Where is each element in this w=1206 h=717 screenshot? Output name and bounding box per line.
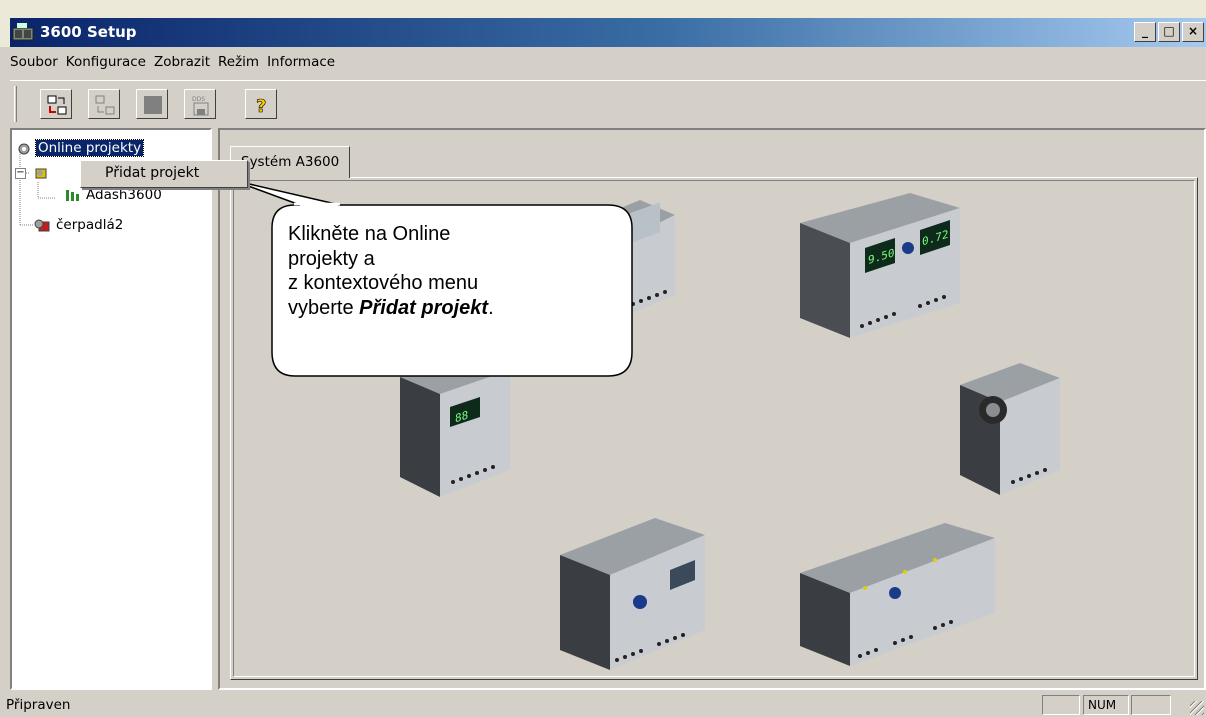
minimize-button[interactable]: _ bbox=[1134, 22, 1156, 42]
context-menu-pridat-projekt[interactable]: Přidat projekt bbox=[105, 165, 199, 181]
window-title: 3600 Setup bbox=[40, 23, 137, 41]
device-icon bbox=[66, 190, 79, 201]
tab-system-a3600[interactable]: Systém A3600 bbox=[230, 146, 351, 178]
menu-informace[interactable]: Informace bbox=[267, 54, 342, 70]
connect-button[interactable] bbox=[40, 89, 72, 119]
tree-label-cerpadla2[interactable]: čerpadlá2 bbox=[54, 217, 125, 233]
stop-icon bbox=[144, 96, 162, 114]
connect-icon bbox=[47, 95, 67, 115]
svg-text:?: ? bbox=[256, 96, 266, 116]
tree-label-adash3600[interactable]: Adash3600 bbox=[84, 187, 164, 203]
stop-button[interactable] bbox=[136, 89, 168, 119]
device-dual-display[interactable]: 9.50 0.72 bbox=[790, 188, 970, 348]
status-num: NUM bbox=[1083, 695, 1129, 715]
tree-expander[interactable]: − bbox=[15, 168, 26, 179]
project-tree[interactable]: − Online projekty Adash3600 čerpadlá2 bbox=[10, 128, 212, 690]
device-comm-top[interactable] bbox=[570, 195, 680, 325]
menu-rezim[interactable]: Režim bbox=[218, 54, 266, 70]
tree-item-adash3600[interactable]: Adash3600 bbox=[64, 186, 164, 204]
device-3600-16ups[interactable] bbox=[795, 518, 1000, 668]
status-text: Připraven bbox=[6, 697, 71, 713]
menu-bar: Soubor Konfigurace Zobrazit Režim Inform… bbox=[10, 47, 1206, 77]
status-bar: Připraven NUM bbox=[0, 693, 1206, 717]
tree-item-online-projekty[interactable]: Online projekty bbox=[16, 139, 145, 157]
svg-text:DDS: DDS bbox=[192, 96, 205, 103]
app-icon bbox=[12, 22, 34, 42]
title-bar-area: 3600 Setup _ □ × bbox=[0, 0, 1206, 47]
tree-item-project[interactable] bbox=[34, 164, 54, 182]
help-button[interactable]: ? bbox=[245, 89, 277, 119]
status-cell-3 bbox=[1131, 695, 1171, 715]
dds-save-button[interactable]: DDS bbox=[184, 89, 216, 119]
resize-grip[interactable] bbox=[1190, 701, 1204, 715]
menu-soubor[interactable]: Soubor bbox=[10, 54, 65, 70]
tree-item-cerpadla2[interactable]: čerpadlá2 bbox=[34, 216, 125, 234]
device-memory[interactable]: 88 bbox=[395, 352, 525, 502]
close-button[interactable]: × bbox=[1182, 22, 1204, 42]
toolbar: DDS ? bbox=[10, 80, 1206, 126]
project-icon bbox=[35, 168, 47, 179]
floppy-icon: DDS bbox=[192, 96, 209, 116]
disconnect-icon bbox=[95, 95, 115, 115]
title-bar[interactable]: 3600 Setup _ □ × bbox=[10, 18, 1206, 47]
status-cell-1 bbox=[1042, 695, 1080, 715]
toolbar-grip[interactable] bbox=[14, 86, 17, 122]
tree-label-online-projekty[interactable]: Online projekty bbox=[34, 139, 145, 157]
menu-konfigurace[interactable]: Konfigurace bbox=[66, 54, 153, 70]
project-red-icon bbox=[34, 219, 50, 232]
maximize-button[interactable]: □ bbox=[1158, 22, 1180, 42]
help-icon: ? bbox=[256, 96, 267, 116]
gear-folder-icon bbox=[18, 143, 30, 155]
device-multiplexer[interactable] bbox=[555, 510, 715, 675]
context-menu: Přidat projekt bbox=[80, 160, 248, 188]
device-comm-right[interactable] bbox=[955, 360, 1065, 500]
disconnect-button[interactable] bbox=[88, 89, 120, 119]
menu-zobrazit[interactable]: Zobrazit bbox=[154, 54, 217, 70]
